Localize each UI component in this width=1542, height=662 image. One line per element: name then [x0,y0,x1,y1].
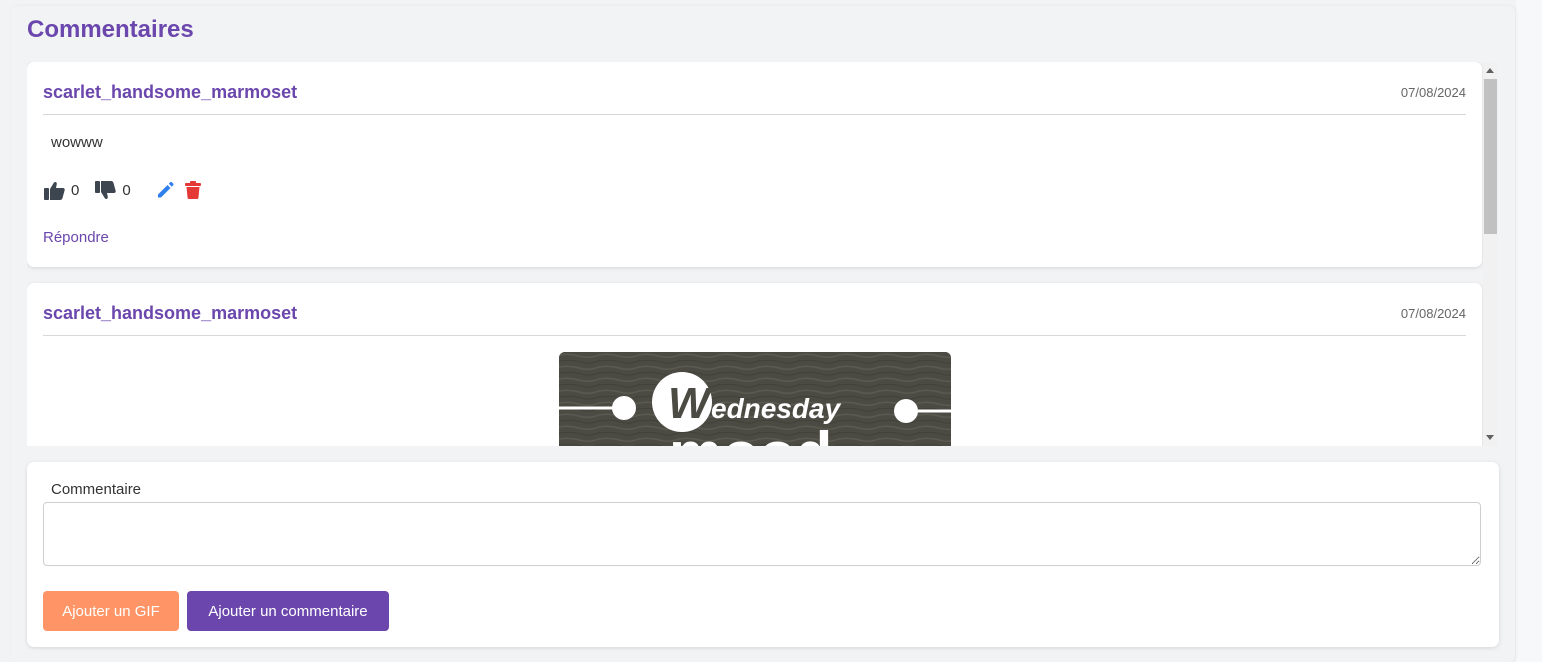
comment-date: 07/08/2024 [1400,85,1466,100]
comment-gif: W ednesday mood [559,352,951,446]
comments-list[interactable]: scarlet_handsome_marmoset 07/08/2024 wow… [27,62,1498,446]
comments-scrollbar[interactable] [1483,62,1498,446]
gif-caption-mood: mood [669,420,832,446]
comment-form: Commentaire Ajouter un GIF Ajouter un co… [27,462,1499,647]
add-gif-button[interactable]: Ajouter un GIF [43,591,179,631]
scroll-up-arrow-icon[interactable] [1486,68,1494,73]
comment-field-label: Commentaire [51,481,142,498]
comment-actions: 0 0 [43,180,204,200]
like-count: 0 [71,181,80,199]
comment-card: scarlet_handsome_marmoset 07/08/2024 W e… [27,283,1482,446]
divider [43,114,1466,115]
comment-textarea[interactable] [43,502,1481,566]
comment-author[interactable]: scarlet_handsome_marmoset [43,303,297,324]
divider [43,335,1466,336]
comment-date: 07/08/2024 [1400,306,1466,321]
section-title: Commentaires [27,16,194,43]
dislike-count: 0 [122,181,131,199]
reply-link[interactable]: Répondre [43,229,109,246]
thumbs-up-icon[interactable] [43,180,65,200]
scroll-down-arrow-icon[interactable] [1486,435,1494,440]
trash-icon[interactable] [182,180,204,200]
comment-text: wowww [51,134,103,151]
add-comment-button[interactable]: Ajouter un commentaire [187,591,389,631]
thumbs-down-icon[interactable] [94,180,116,200]
comment-card: scarlet_handsome_marmoset 07/08/2024 wow… [27,62,1482,267]
pencil-icon[interactable] [154,180,176,200]
scrollbar-thumb[interactable] [1484,79,1497,234]
page-gutter [1516,0,1542,662]
comment-author[interactable]: scarlet_handsome_marmoset [43,82,297,103]
